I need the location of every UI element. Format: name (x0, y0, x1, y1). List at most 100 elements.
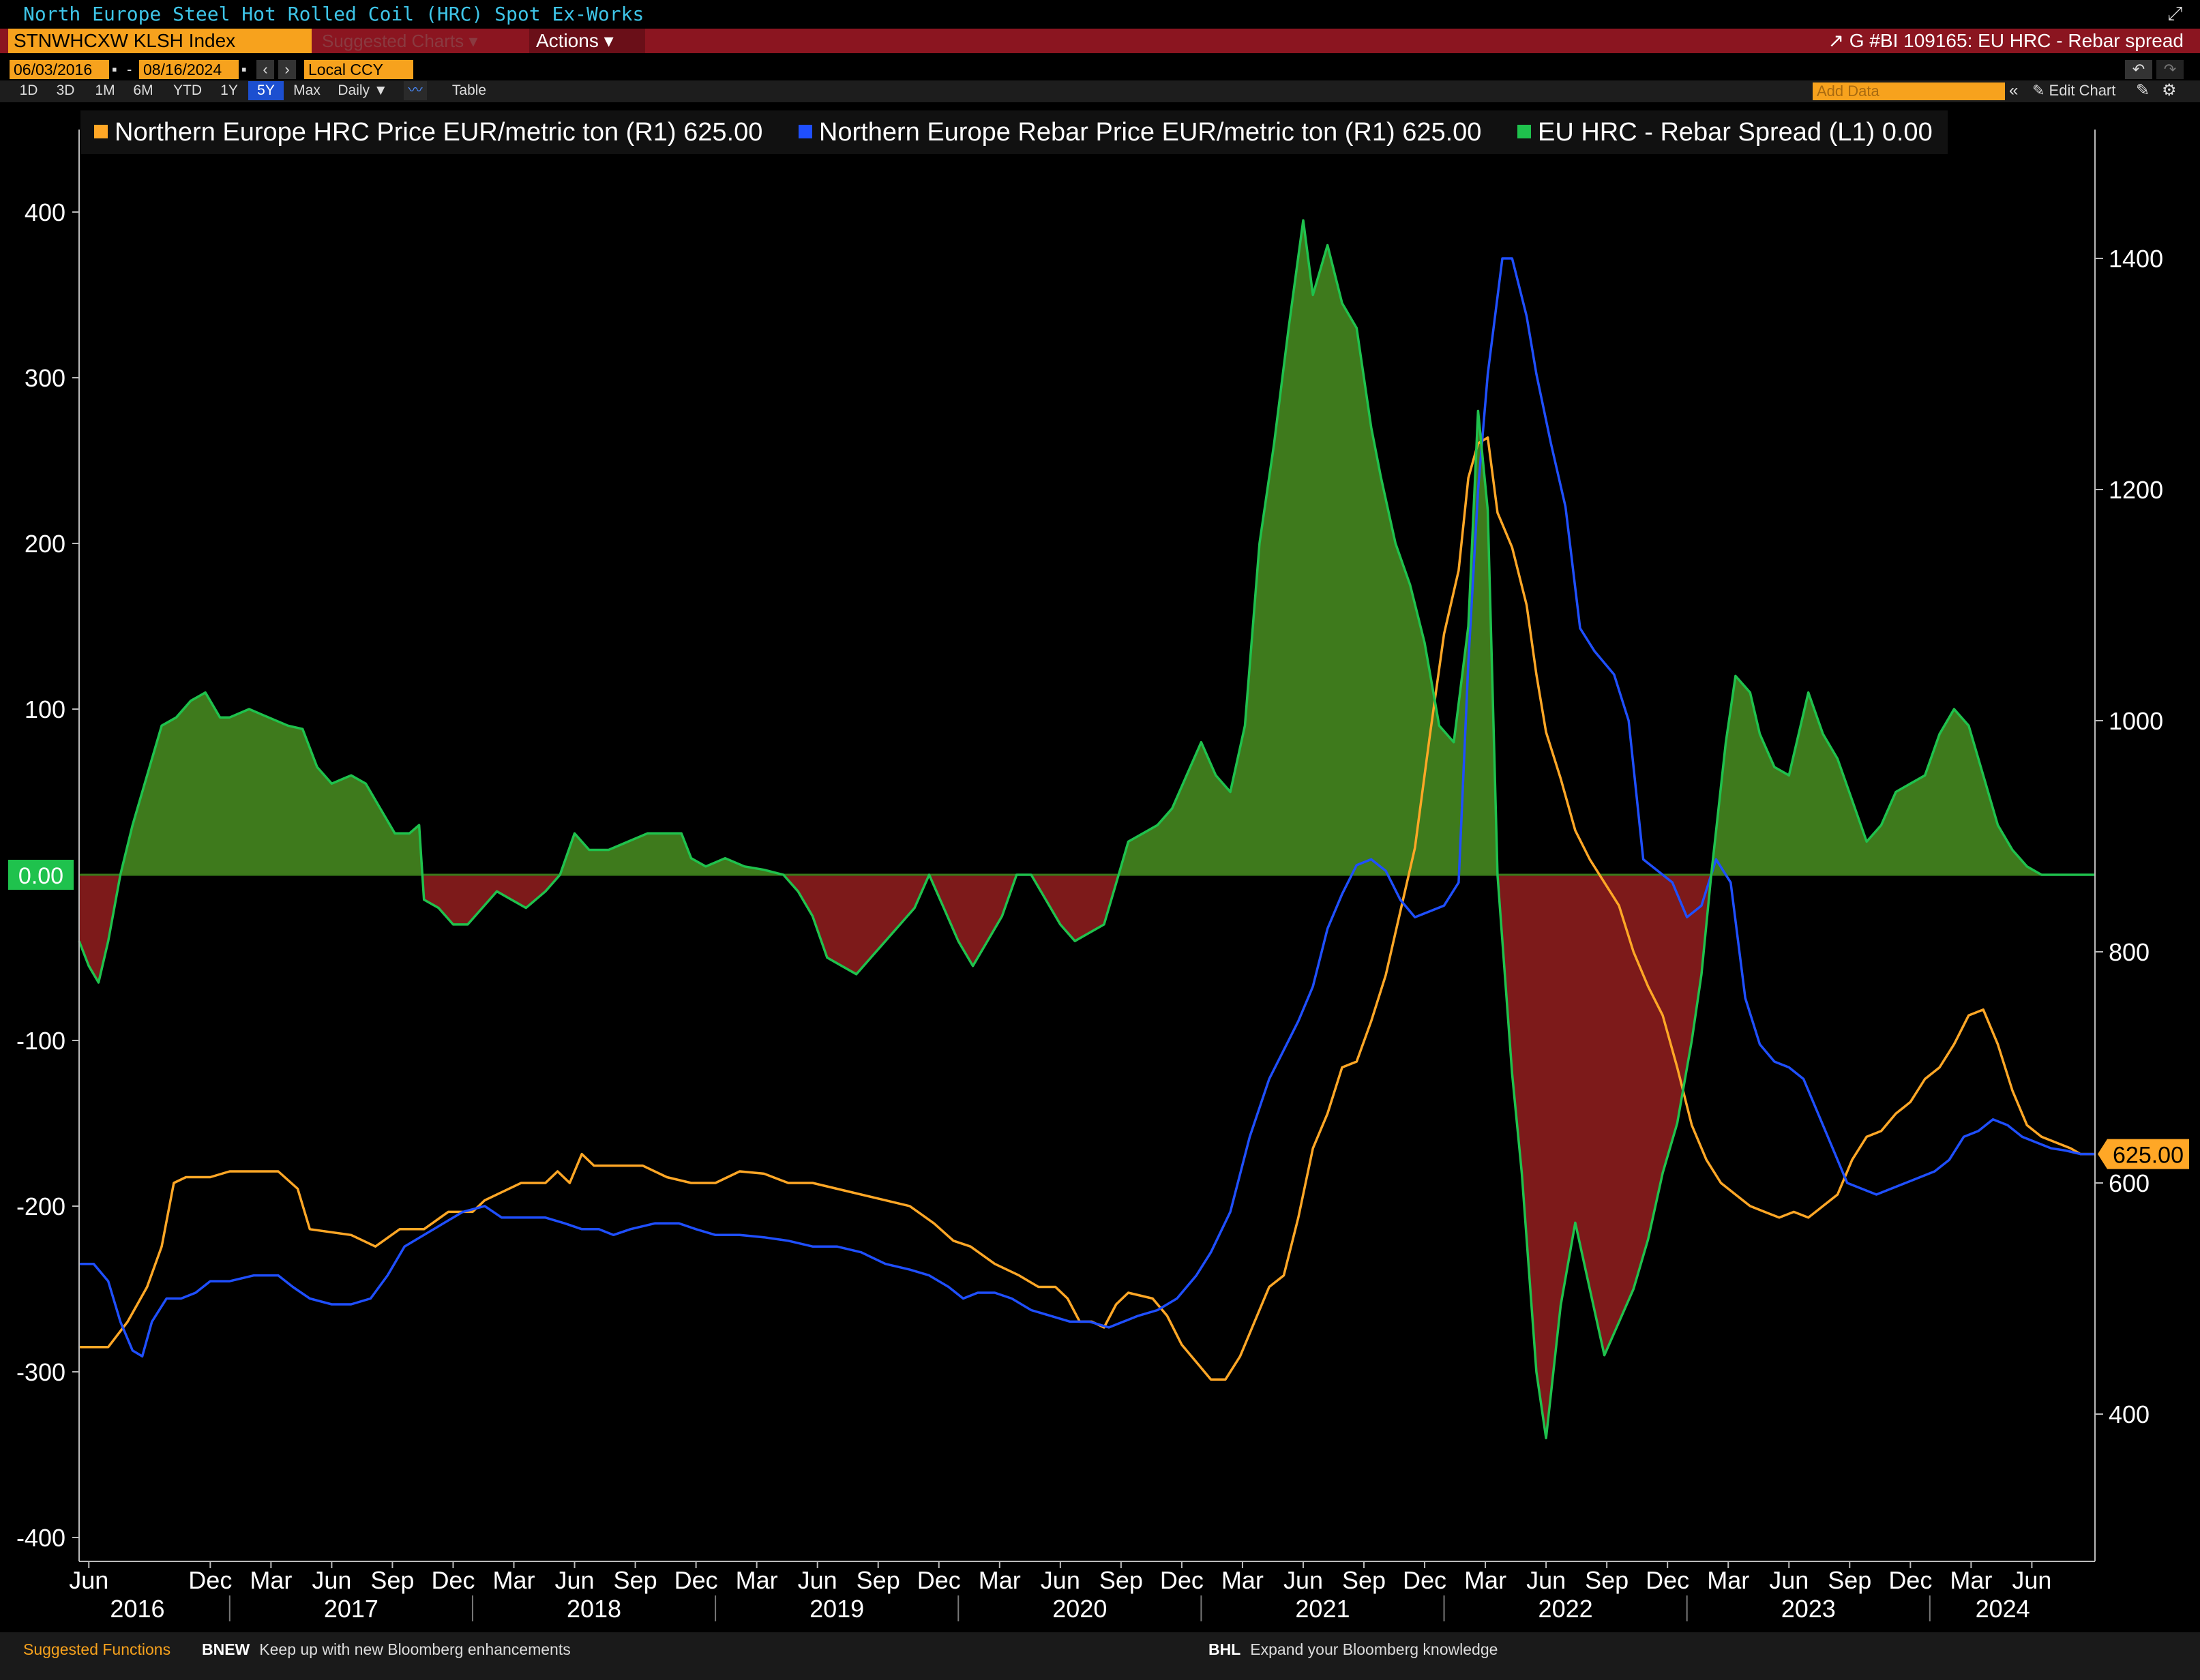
page-title: North Europe Steel Hot Rolled Coil (HRC)… (23, 3, 644, 25)
bnew-code: BNEW (202, 1640, 250, 1658)
x-month-label: Jun (1283, 1566, 1323, 1594)
period-5y[interactable]: 5Y (248, 81, 284, 100)
calendar-icon[interactable]: ▪ (241, 60, 255, 79)
x-year-label: 2019 (809, 1595, 864, 1623)
x-year-label: 2023 (1781, 1595, 1836, 1623)
calendar-icon[interactable]: ▪ (112, 60, 125, 79)
x-month-label: Jun (1769, 1566, 1809, 1594)
line-chart-icon[interactable]: 〰 (404, 81, 427, 100)
right-tick-label: 1000 (2109, 707, 2163, 735)
x-month-label: Jun (798, 1566, 837, 1594)
left-tick-label: -400 (16, 1524, 65, 1552)
period-6m[interactable]: 6M (125, 81, 161, 100)
annotate-icon[interactable]: ✎ (2136, 81, 2155, 100)
chart-reference[interactable]: ↗ G #BI 109165: EU HRC - Rebar spread (1828, 29, 2184, 53)
edit-chart-button[interactable]: ✎ Edit Chart (2032, 81, 2115, 100)
add-data-input[interactable]: Add Data (1813, 82, 2005, 100)
bhl-text: Expand your Bloomberg knowledge (1250, 1640, 1498, 1658)
x-month-label: Mar (736, 1566, 778, 1594)
legend-item-spread[interactable]: EU HRC - Rebar Spread (L1) 0.00 (1504, 110, 1933, 154)
x-month-label: Jun (1041, 1566, 1080, 1594)
right-tick-label: 1200 (2109, 476, 2163, 504)
suggested-charts-button[interactable]: Suggested Charts ▾ (314, 29, 525, 53)
date-separator: - (127, 61, 132, 78)
period-max[interactable]: Max (288, 81, 326, 100)
chart-reference-label: G #BI 109165: EU HRC - Rebar spread (1849, 30, 2184, 51)
legend: Northern Europe HRC Price EUR/metric ton… (80, 110, 1948, 154)
x-month-label: Jun (555, 1566, 595, 1594)
spread-fill-group (79, 220, 2095, 1439)
x-month-label: Mar (1464, 1566, 1506, 1594)
bhl-link[interactable]: BHL Expand your Bloomberg knowledge (1208, 1640, 1498, 1659)
right-tick-label: 600 (2109, 1169, 2150, 1197)
right-tick-label: 400 (2109, 1400, 2150, 1428)
x-year-label: 2016 (110, 1595, 164, 1623)
expand-icon[interactable]: ⤢ (2167, 4, 2186, 23)
x-month-label: Mar (492, 1566, 535, 1594)
x-year-label: 2024 (1976, 1595, 2030, 1623)
x-month-label: Sep (1585, 1566, 1629, 1594)
x-month-label: Jun (2012, 1566, 2051, 1594)
x-month-label: Mar (979, 1566, 1021, 1594)
left-tick-label: -300 (16, 1358, 65, 1386)
redo-icon[interactable]: ↷ (2156, 60, 2184, 79)
period-1m[interactable]: 1M (87, 81, 123, 100)
x-month-label: Sep (1342, 1566, 1386, 1594)
x-month-label: Sep (614, 1566, 657, 1594)
left-tick-label: -200 (16, 1192, 65, 1220)
edit-chart-label: Edit Chart (2049, 82, 2116, 99)
left-tick-label: 400 (25, 198, 65, 226)
legend-label-spread: EU HRC - Rebar Spread (L1) 0.00 (1538, 118, 1933, 147)
legend-swatch-hrc (94, 124, 108, 138)
actions-label: Actions (536, 30, 599, 51)
x-month-label: Sep (370, 1566, 414, 1594)
gear-icon[interactable]: ⚙ (2162, 81, 2181, 100)
legend-swatch-spread (1517, 124, 1532, 138)
collapse-icon[interactable]: « (2009, 81, 2028, 100)
ticker-field[interactable]: STNWHCXW KLSH Index (8, 29, 312, 53)
bnew-text: Keep up with new Bloomberg enhancements (259, 1640, 571, 1658)
bhl-code: BHL (1208, 1640, 1241, 1658)
x-month-label: Sep (857, 1566, 900, 1594)
undo-icon[interactable]: ↶ (2125, 60, 2152, 79)
period-ytd[interactable]: YTD (166, 81, 209, 100)
right-tick-label: 800 (2109, 938, 2150, 966)
period-1y[interactable]: 1Y (213, 81, 246, 100)
x-month-label: Mar (250, 1566, 292, 1594)
period-1d[interactable]: 1D (12, 81, 45, 100)
frequency-select[interactable]: Daily ▼ (331, 81, 394, 100)
suggested-functions-link[interactable]: Suggested Functions (23, 1640, 170, 1659)
x-month-label: Dec (431, 1566, 475, 1594)
actions-button[interactable]: Actions ▾ (529, 29, 645, 53)
legend-item-hrc[interactable]: Northern Europe HRC Price EUR/metric ton… (80, 110, 762, 154)
left-current-label: 0.00 (18, 863, 63, 889)
left-tick-label: 300 (25, 364, 65, 392)
legend-label-hrc: Northern Europe HRC Price EUR/metric ton… (115, 118, 763, 147)
end-date-field[interactable]: 08/16/2024 (139, 60, 239, 79)
x-year-label: 2022 (1538, 1595, 1593, 1623)
x-month-label: Mar (1221, 1566, 1264, 1594)
suggested-charts-label: Suggested Charts (322, 31, 464, 51)
chevron-left-icon[interactable]: ‹ (256, 60, 274, 79)
x-month-label: Mar (1707, 1566, 1749, 1594)
start-date-field[interactable]: 06/03/2016 (10, 60, 109, 79)
table-button[interactable]: Table (442, 81, 496, 100)
x-year-label: 2017 (324, 1595, 378, 1623)
chart-area[interactable]: 400 300 200 100 -100 -200 -300 -400 0.00 1400 1200… (0, 102, 2200, 1630)
x-month-label: Dec (1403, 1566, 1446, 1594)
pencil-icon: ✎ (2032, 82, 2049, 99)
x-month-label: Dec (917, 1566, 961, 1594)
x-month-label: Jun (1526, 1566, 1566, 1594)
chevron-right-icon[interactable]: › (278, 60, 296, 79)
x-year-label: 2020 (1052, 1595, 1107, 1623)
period-3d[interactable]: 3D (49, 81, 82, 100)
legend-item-rebar[interactable]: Northern Europe Rebar Price EUR/metric t… (785, 110, 1482, 154)
currency-select[interactable]: Local CCY (304, 60, 413, 79)
x-year-label: 2018 (567, 1595, 621, 1623)
x-month-label: Dec (674, 1566, 718, 1594)
x-month-label: Sep (1828, 1566, 1871, 1594)
bnew-link[interactable]: BNEW Keep up with new Bloomberg enhanceme… (202, 1640, 571, 1659)
right-current-label: 625.00 (2113, 1143, 2184, 1169)
x-month-label: Jun (312, 1566, 351, 1594)
legend-label-rebar: Northern Europe Rebar Price EUR/metric t… (818, 118, 1482, 147)
